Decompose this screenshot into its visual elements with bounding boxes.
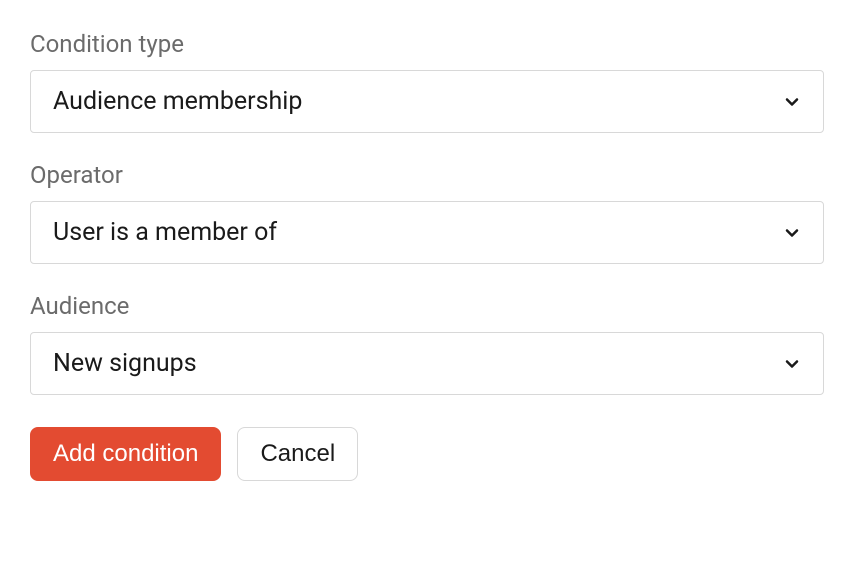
operator-select-wrapper: User is a member of <box>30 201 824 264</box>
condition-type-value: Audience membership <box>53 87 302 116</box>
audience-select-wrapper: New signups <box>30 332 824 395</box>
audience-value: New signups <box>53 349 197 378</box>
operator-value: User is a member of <box>53 218 277 247</box>
add-condition-button[interactable]: Add condition <box>30 427 221 481</box>
condition-type-label: Condition type <box>30 30 824 58</box>
cancel-button[interactable]: Cancel <box>237 427 358 481</box>
operator-group: Operator User is a member of <box>30 161 824 264</box>
condition-type-group: Condition type Audience membership <box>30 30 824 133</box>
operator-label: Operator <box>30 161 824 189</box>
button-row: Add condition Cancel <box>30 427 824 481</box>
operator-select[interactable]: User is a member of <box>30 201 824 264</box>
audience-select[interactable]: New signups <box>30 332 824 395</box>
audience-group: Audience New signups <box>30 292 824 395</box>
condition-type-select[interactable]: Audience membership <box>30 70 824 133</box>
condition-type-select-wrapper: Audience membership <box>30 70 824 133</box>
audience-label: Audience <box>30 292 824 320</box>
